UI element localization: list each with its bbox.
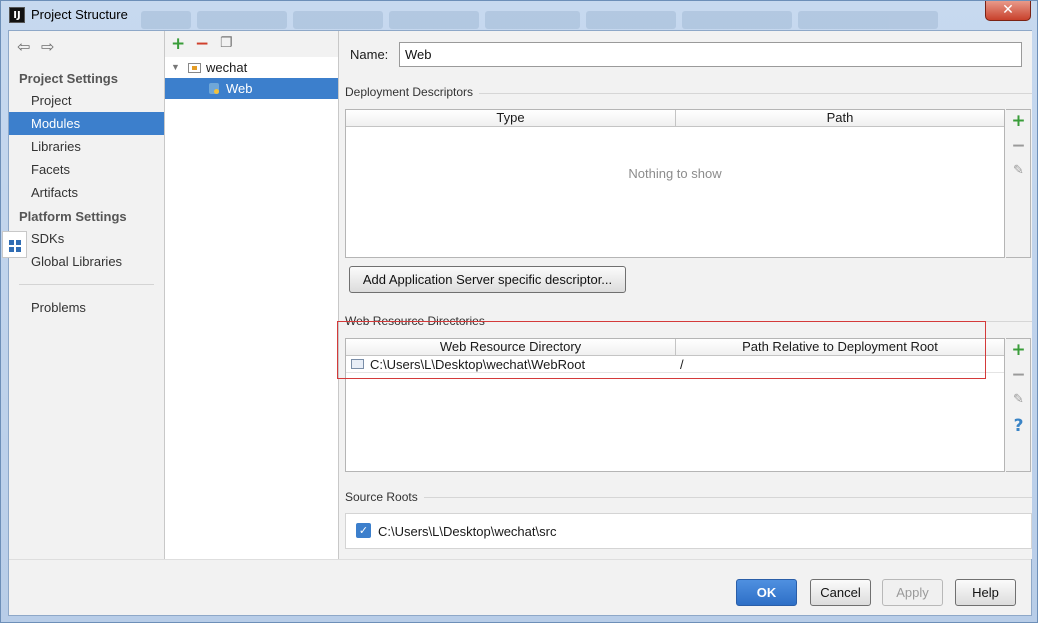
project-structure-window: IJ Project Structure ✕ ⇦ ⇨ Project Setti… bbox=[0, 0, 1038, 623]
remove-descriptor-icon[interactable]: − bbox=[1006, 136, 1031, 156]
add-web-resource-icon[interactable]: + bbox=[1006, 340, 1031, 360]
name-label: Name: bbox=[350, 47, 388, 62]
sidebar-item-facets[interactable]: Facets bbox=[9, 158, 164, 181]
close-button[interactable]: ✕ bbox=[985, 1, 1031, 21]
table-row[interactable]: C:\Users\L\Desktop\wechat\WebRoot / bbox=[346, 356, 1004, 373]
sidebar-item-project[interactable]: Project bbox=[9, 89, 164, 112]
source-roots-divider bbox=[345, 497, 1032, 498]
project-settings-heading: Project Settings bbox=[19, 71, 118, 86]
expand-chevron-icon[interactable]: ▼ bbox=[171, 57, 180, 78]
apply-button[interactable]: Apply bbox=[882, 579, 943, 606]
sidebar-divider bbox=[19, 284, 154, 285]
sidebar-item-libraries[interactable]: Libraries bbox=[9, 135, 164, 158]
relative-path-cell: / bbox=[680, 357, 684, 372]
dialog-footer: OK Cancel Apply Help bbox=[9, 559, 1031, 615]
descriptor-tools: + − ✎ bbox=[1006, 109, 1031, 258]
sidebar-item-modules[interactable]: Modules bbox=[9, 112, 164, 135]
copy-icon[interactable]: ❐ bbox=[220, 35, 233, 51]
web-folder-icon bbox=[351, 359, 364, 369]
web-resource-tools: + − ✎ ? bbox=[1006, 338, 1031, 472]
intellij-icon: IJ bbox=[9, 7, 25, 23]
sidebar-item-artifacts[interactable]: Artifacts bbox=[9, 181, 164, 204]
add-descriptor-button[interactable]: Add Application Server specific descript… bbox=[349, 266, 626, 293]
name-input[interactable] bbox=[399, 42, 1022, 67]
source-roots-heading: Source Roots bbox=[345, 490, 424, 504]
name-label-text: Name: bbox=[350, 47, 389, 62]
sidebar-item-problems[interactable]: Problems bbox=[9, 296, 164, 319]
web-resource-table[interactable]: Web Resource Directory Path Relative to … bbox=[345, 338, 1005, 472]
platform-settings-heading: Platform Settings bbox=[19, 209, 127, 224]
tree-node-web-facet[interactable]: Web bbox=[165, 78, 338, 99]
ok-button[interactable]: OK bbox=[736, 579, 797, 606]
source-roots-list: ✓ C:\Users\L\Desktop\wechat\src bbox=[345, 513, 1032, 549]
tree-node-module[interactable]: ▼ wechat bbox=[165, 57, 338, 78]
empty-table-text: Nothing to show bbox=[628, 166, 722, 181]
module-folder-icon bbox=[188, 63, 201, 73]
web-facet-icon bbox=[209, 83, 219, 94]
column-header-type[interactable]: Type bbox=[346, 110, 675, 127]
structure-tool-icon[interactable] bbox=[2, 231, 27, 258]
forward-arrow-icon[interactable]: ⇨ bbox=[41, 37, 54, 56]
web-resource-heading: Web Resource Directories bbox=[345, 314, 491, 328]
source-root-path: C:\Users\L\Desktop\wechat\src bbox=[378, 524, 557, 539]
column-header-web-resource-directory[interactable]: Web Resource Directory bbox=[346, 339, 675, 356]
facet-settings-panel: Name: Deployment Descriptors Type Path N… bbox=[340, 31, 1032, 559]
tree-node-web-label: Web bbox=[226, 81, 253, 96]
web-resource-directory-cell: C:\Users\L\Desktop\wechat\WebRoot bbox=[370, 357, 586, 372]
help-button[interactable]: Help bbox=[955, 579, 1016, 606]
column-header-relative-path[interactable]: Path Relative to Deployment Root bbox=[675, 339, 1004, 356]
dialog-client-area: ⇦ ⇨ Project Settings Project Modules Lib… bbox=[8, 30, 1032, 616]
column-header-path[interactable]: Path bbox=[675, 110, 1004, 127]
add-icon[interactable]: + bbox=[171, 34, 185, 54]
help-icon[interactable]: ? bbox=[1006, 416, 1031, 436]
source-root-checkbox[interactable]: ✓ bbox=[356, 523, 371, 538]
background-editor-tabs bbox=[141, 11, 976, 29]
tree-toolbar: + − ❐ bbox=[165, 31, 338, 57]
deployment-descriptors-heading: Deployment Descriptors bbox=[345, 85, 480, 99]
title-bar: IJ Project Structure ✕ bbox=[1, 1, 1037, 30]
add-descriptor-icon[interactable]: + bbox=[1006, 111, 1031, 131]
edit-descriptor-icon[interactable]: ✎ bbox=[1006, 163, 1031, 178]
window-title: Project Structure bbox=[31, 7, 128, 22]
tree-node-module-label: wechat bbox=[206, 60, 248, 75]
edit-web-resource-icon[interactable]: ✎ bbox=[1006, 392, 1031, 407]
module-tree-panel: + − ❐ ▼ wechat Web bbox=[165, 31, 339, 559]
back-arrow-icon[interactable]: ⇦ bbox=[17, 37, 30, 56]
cancel-button[interactable]: Cancel bbox=[810, 579, 871, 606]
sidebar-item-sdks[interactable]: SDKs bbox=[9, 227, 164, 250]
remove-web-resource-icon[interactable]: − bbox=[1006, 365, 1031, 385]
settings-sidebar: ⇦ ⇨ Project Settings Project Modules Lib… bbox=[9, 31, 165, 559]
deployment-descriptors-table[interactable]: Type Path Nothing to show bbox=[345, 109, 1005, 258]
remove-icon[interactable]: − bbox=[195, 34, 209, 54]
sidebar-item-global-libraries[interactable]: Global Libraries bbox=[9, 250, 164, 273]
